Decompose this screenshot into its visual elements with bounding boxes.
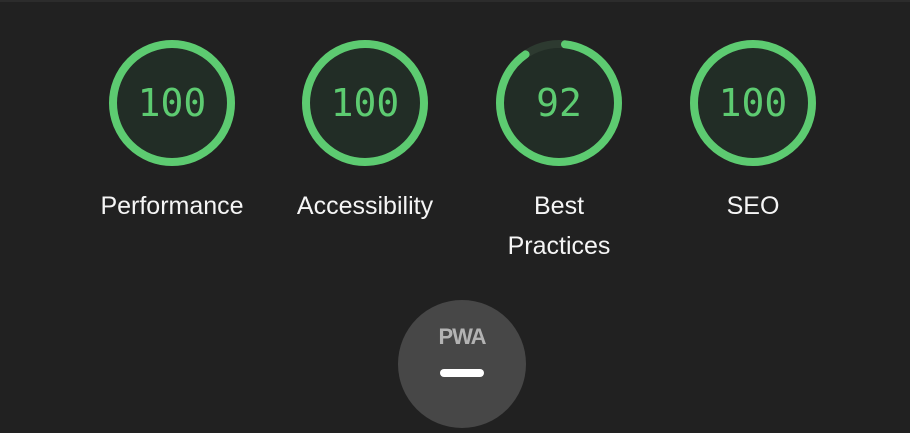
pwa-badge[interactable]: PWA — xyxy=(398,300,526,428)
pwa-icon: PWA — xyxy=(438,324,488,377)
gauge-score: 100 xyxy=(331,81,400,125)
gauge-ring: 100 xyxy=(302,40,428,166)
pwa-logo-text: PWA xyxy=(438,324,486,349)
gauge-accessibility[interactable]: 100 Accessibility xyxy=(275,38,455,226)
gauge-performance[interactable]: 100 Performance xyxy=(82,38,262,226)
gauge-ring: 100 xyxy=(109,40,235,166)
gauge-score: 100 xyxy=(719,81,788,125)
gauge-label: Accessibility xyxy=(296,192,434,220)
gauge-ring: 100 xyxy=(690,40,816,166)
gauge-label: SEO xyxy=(726,192,780,220)
pwa-status-dash xyxy=(440,369,484,377)
gauge-seo[interactable]: 100 SEO xyxy=(663,38,843,226)
gauge-label: Performance xyxy=(100,192,244,220)
gauge-best-practices[interactable]: 92 Best Practices xyxy=(469,38,649,266)
gauge-score: 100 xyxy=(138,81,207,125)
gauge-ring: 92 xyxy=(496,40,622,166)
gauge-label: Best Practices xyxy=(507,192,611,260)
top-divider xyxy=(0,0,910,2)
gauge-score: 92 xyxy=(536,81,582,125)
